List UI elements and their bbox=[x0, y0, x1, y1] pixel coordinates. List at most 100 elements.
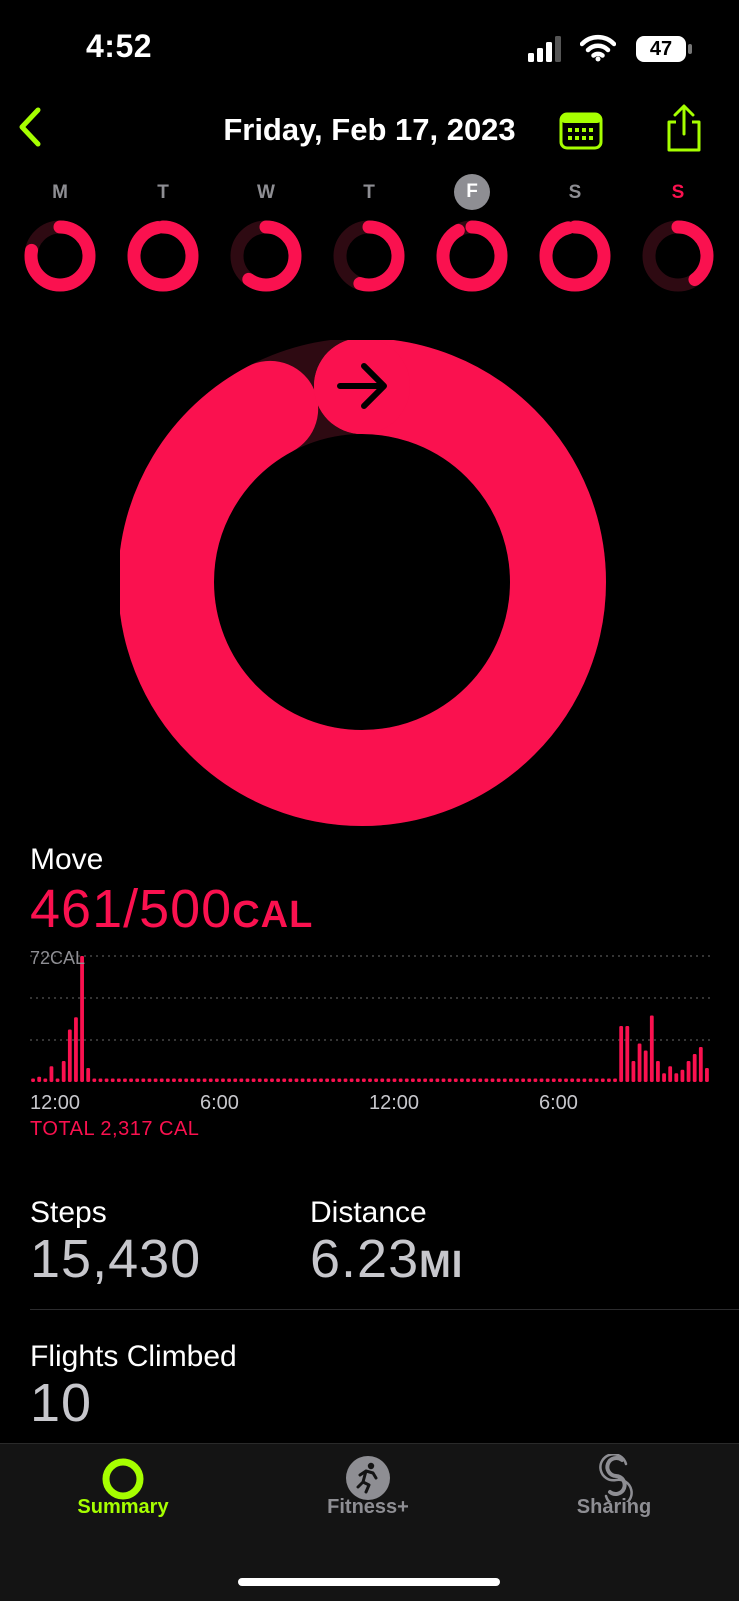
flights-value: 10 bbox=[30, 1373, 93, 1433]
chart-bar bbox=[484, 1078, 489, 1082]
chart-bar bbox=[625, 1026, 630, 1082]
move-ring bbox=[120, 340, 606, 826]
chart-bar bbox=[594, 1078, 599, 1082]
chart-bar bbox=[509, 1078, 513, 1082]
divider bbox=[30, 1309, 739, 1310]
chart-bar bbox=[319, 1078, 323, 1082]
battery-icon: 47 bbox=[636, 36, 686, 62]
chart-bar bbox=[368, 1078, 372, 1082]
chart-bar bbox=[80, 956, 84, 1082]
sharing-rings-icon[interactable] bbox=[594, 1454, 638, 1502]
day-ring-3[interactable] bbox=[331, 218, 407, 294]
chart-bar bbox=[361, 1078, 366, 1082]
chart-bar bbox=[214, 1078, 219, 1082]
x-tick-label: 12:00 bbox=[30, 1092, 81, 1114]
day-ring-2[interactable] bbox=[228, 218, 304, 294]
chart-bar bbox=[558, 1078, 562, 1082]
chart-bar bbox=[429, 1078, 434, 1082]
chart-bar bbox=[294, 1078, 299, 1082]
day-label-3[interactable]: T bbox=[349, 182, 389, 204]
chart-bar bbox=[312, 1078, 317, 1082]
day-ring-1[interactable] bbox=[125, 218, 201, 294]
chart-bar bbox=[692, 1054, 697, 1082]
tab-sharing[interactable]: Sharing bbox=[514, 1496, 714, 1519]
chart-bar bbox=[380, 1078, 385, 1082]
chart-bar bbox=[398, 1078, 403, 1082]
running-figure-icon[interactable] bbox=[346, 1456, 390, 1500]
calendar-icon[interactable] bbox=[559, 110, 603, 150]
chart-bar bbox=[533, 1078, 538, 1082]
chart-bar bbox=[135, 1078, 140, 1082]
distance-value: 6.23MI bbox=[310, 1229, 464, 1289]
chart-bar bbox=[61, 1061, 66, 1082]
chart-bar bbox=[31, 1078, 35, 1082]
chart-bar bbox=[325, 1078, 330, 1082]
chart-bar bbox=[153, 1078, 158, 1082]
chart-bar bbox=[227, 1078, 231, 1082]
chart-bar bbox=[674, 1073, 679, 1082]
chart-bar bbox=[343, 1078, 348, 1082]
chart-bar bbox=[613, 1078, 617, 1082]
chart-bar bbox=[619, 1026, 624, 1082]
chart-bar bbox=[257, 1078, 262, 1082]
chart-bar bbox=[496, 1078, 501, 1082]
tab-fitness-plus[interactable]: Fitness+ bbox=[268, 1496, 468, 1519]
chart-bar bbox=[521, 1078, 526, 1082]
day-label-2[interactable]: W bbox=[246, 182, 286, 204]
day-ring-4[interactable] bbox=[434, 218, 510, 294]
chart-bar bbox=[49, 1066, 54, 1082]
day-label-6[interactable]: S bbox=[658, 182, 698, 204]
chart-bar bbox=[233, 1078, 238, 1082]
home-indicator[interactable] bbox=[238, 1578, 500, 1586]
share-icon[interactable] bbox=[664, 104, 704, 154]
chart-bar bbox=[423, 1078, 428, 1082]
tab-summary[interactable]: Summary bbox=[23, 1496, 223, 1519]
chart-bar bbox=[637, 1043, 642, 1082]
chart-max-label: 72CAL bbox=[30, 948, 86, 968]
day-label-1[interactable]: T bbox=[143, 182, 183, 204]
chart-bar bbox=[649, 1015, 654, 1082]
chart-bar bbox=[37, 1076, 42, 1082]
chart-bar bbox=[245, 1078, 250, 1082]
day-ring-6[interactable] bbox=[640, 218, 716, 294]
move-total: TOTAL 2,317 CAL bbox=[30, 1118, 200, 1140]
chart-bar bbox=[43, 1078, 48, 1082]
move-hourly-chart bbox=[30, 955, 710, 1082]
chart-bar bbox=[435, 1078, 440, 1082]
x-tick-label: 6:00 bbox=[200, 1092, 239, 1114]
chart-bar bbox=[417, 1078, 421, 1082]
chart-bar bbox=[306, 1078, 311, 1082]
chart-bar bbox=[490, 1078, 495, 1082]
move-label: Move bbox=[30, 843, 104, 876]
chart-bar bbox=[472, 1078, 477, 1082]
chart-bar bbox=[582, 1078, 587, 1082]
day-label-0[interactable]: M bbox=[40, 182, 80, 204]
chart-bar bbox=[441, 1078, 446, 1082]
chart-bar bbox=[410, 1078, 415, 1082]
steps-label: Steps bbox=[30, 1196, 107, 1229]
chart-bar bbox=[576, 1078, 581, 1082]
chart-bar bbox=[570, 1078, 575, 1082]
chart-bar bbox=[98, 1078, 103, 1082]
chart-bar bbox=[600, 1078, 605, 1082]
chart-bar bbox=[110, 1078, 115, 1082]
chart-bar bbox=[165, 1078, 170, 1082]
day-ring-0[interactable] bbox=[22, 218, 98, 294]
chart-bar bbox=[337, 1078, 342, 1082]
chart-bar bbox=[104, 1078, 109, 1082]
day-label-4[interactable]: F bbox=[454, 174, 490, 210]
activity-ring-icon[interactable] bbox=[101, 1457, 145, 1501]
x-tick-label: 12:00 bbox=[369, 1092, 420, 1114]
chart-bar bbox=[527, 1078, 532, 1082]
chart-bar bbox=[190, 1078, 195, 1082]
chart-bar bbox=[453, 1078, 458, 1082]
chart-bar bbox=[386, 1078, 391, 1082]
chart-bar bbox=[129, 1078, 133, 1082]
chart-bar bbox=[263, 1078, 268, 1082]
chart-bar bbox=[515, 1078, 519, 1082]
chart-bar bbox=[123, 1078, 127, 1082]
cellular-signal-icon bbox=[528, 36, 561, 62]
chart-bar bbox=[564, 1078, 568, 1082]
day-label-5[interactable]: S bbox=[555, 182, 595, 204]
day-ring-5[interactable] bbox=[537, 218, 613, 294]
